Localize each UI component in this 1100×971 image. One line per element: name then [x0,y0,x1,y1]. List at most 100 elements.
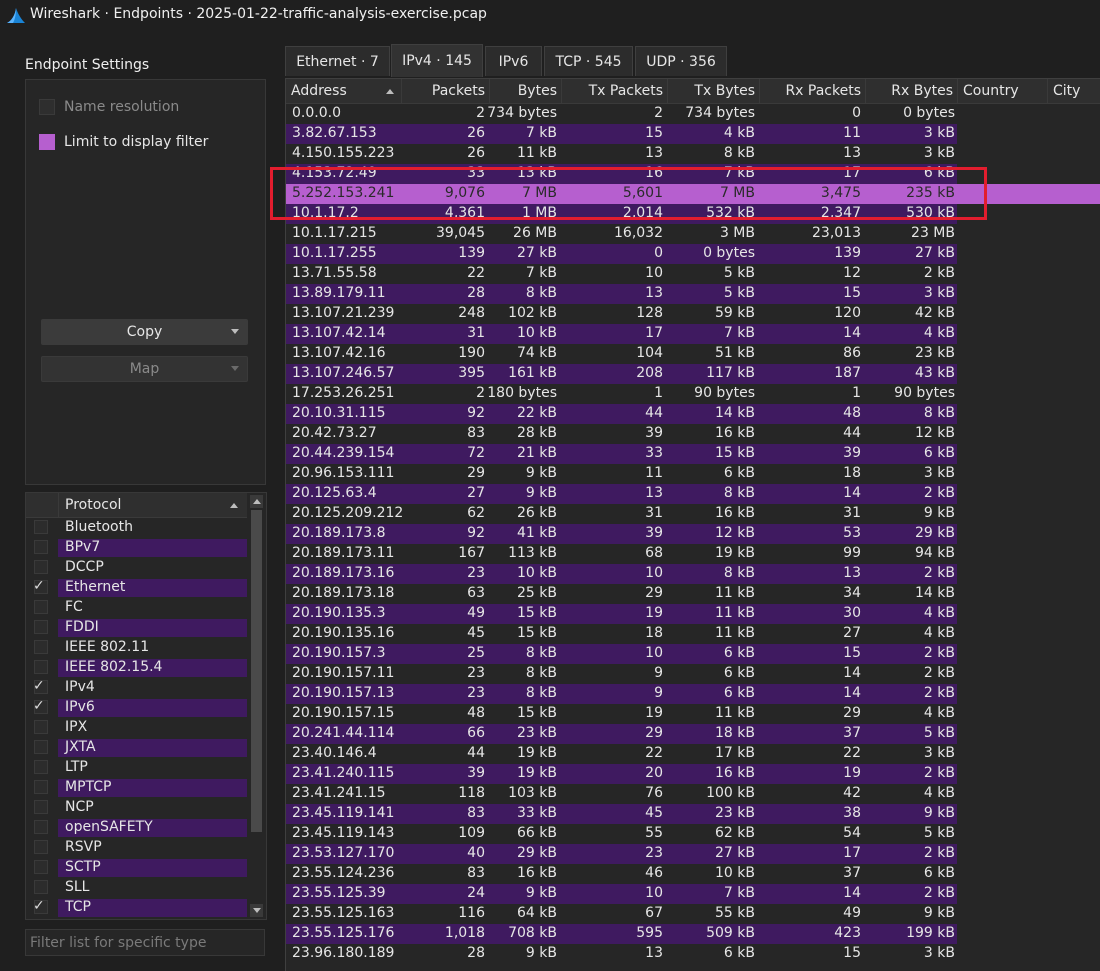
protocol-list-item[interactable]: LTP [26,758,247,778]
protocol-filter-input[interactable] [25,929,265,956]
table-row[interactable]: 4.150.155.223 26 11 kB 13 8 kB 13 3 kB [286,144,1100,164]
table-row[interactable]: 13.107.42.16 190 74 kB 104 51 kB 86 23 kB [286,344,1100,364]
protocol-list-header[interactable]: Protocol [26,493,247,518]
tab-ipv6[interactable]: IPv6 [485,46,542,76]
table-row[interactable]: 20.190.157.11 23 8 kB 9 6 kB 14 2 kB [286,664,1100,684]
protocol-checkbox[interactable] [34,760,48,774]
table-row[interactable]: 17.253.26.251 2 180 bytes 1 90 bytes 1 90 byte… [286,384,1100,404]
protocol-checkbox[interactable] [34,800,48,814]
tab-ethernet[interactable]: Ethernet · 7 [285,46,390,76]
table-row[interactable]: 23.41.241.15 118 103 kB 76 100 kB 42 4 kB [286,784,1100,804]
protocol-list-item[interactable]: ✓ TCP [26,898,247,918]
table-row[interactable]: 13.107.21.239 248 102 kB 128 59 kB 120 42 kB [286,304,1100,324]
table-row[interactable]: 23.96.180.189 28 9 kB 13 6 kB 15 3 kB [286,944,1100,964]
protocol-list-item[interactable]: FDDI [26,618,247,638]
table-row[interactable]: 3.82.67.153 26 7 kB 15 4 kB 11 3 kB [286,124,1100,144]
table-row[interactable]: 10.1.17.215 39,045 26 MB 16,032 3 MB 23,013 23… [286,224,1100,244]
table-row[interactable]: 20.125.63.4 27 9 kB 13 8 kB 14 2 kB [286,484,1100,504]
column-header-country[interactable]: Country [958,79,1048,103]
table-row[interactable]: 4.153.72.49 33 13 kB 16 7 kB 17 6 kB [286,164,1100,184]
table-row[interactable]: 13.107.42.14 31 10 kB 17 7 kB 14 4 kB [286,324,1100,344]
column-header-city[interactable]: City [1048,79,1100,103]
limit-to-display-filter-check-box[interactable] [39,134,55,150]
copy-button[interactable]: Copy [41,319,248,345]
protocol-checkbox[interactable] [34,740,48,754]
column-header-rx-bytes[interactable]: Rx Bytes [866,79,958,103]
protocol-checkbox[interactable] [34,560,48,574]
protocol-list-item[interactable]: IPX [26,718,247,738]
table-row[interactable]: 20.10.31.115 92 22 kB 44 14 kB 48 8 kB [286,404,1100,424]
table-row[interactable]: 20.190.157.13 23 8 kB 9 6 kB 14 2 kB [286,684,1100,704]
scroll-up-button[interactable] [250,495,263,508]
protocol-list-item[interactable]: ✓ IPv4 [26,678,247,698]
table-row[interactable]: 20.96.153.111 29 9 kB 11 6 kB 18 3 kB [286,464,1100,484]
table-row[interactable]: 5.252.153.241 9,076 7 MB 5,601 7 MB 3,475 235 … [286,184,1100,204]
protocol-checkbox[interactable] [34,600,48,614]
tab-tcp[interactable]: TCP · 545 [544,46,633,76]
table-row[interactable]: 20.44.239.154 72 21 kB 33 15 kB 39 6 kB [286,444,1100,464]
column-header-tx-packets[interactable]: Tx Packets [562,79,668,103]
checkbox-column-header[interactable] [26,493,59,517]
table-row[interactable]: 20.189.173.11 167 113 kB 68 19 kB 99 94 kB [286,544,1100,564]
protocol-checkbox[interactable] [34,780,48,794]
table-row[interactable]: 20.190.157.15 48 15 kB 19 11 kB 29 4 kB [286,704,1100,724]
table-row[interactable]: 13.107.246.57 395 161 kB 208 117 kB 187 43 kB [286,364,1100,384]
scroll-down-button[interactable] [250,904,263,917]
protocol-list-item[interactable]: SCTP [26,858,247,878]
protocol-list-item[interactable]: openSAFETY [26,818,247,838]
table-row[interactable]: 20.190.157.3 25 8 kB 10 6 kB 15 2 kB [286,644,1100,664]
protocol-list-item[interactable]: RSVP [26,838,247,858]
table-row[interactable]: 23.55.125.39 24 9 kB 10 7 kB 14 2 kB [286,884,1100,904]
table-row[interactable]: 0.0.0.0 2 734 bytes 2 734 bytes 0 0 bytes [286,104,1100,124]
protocol-list-item[interactable]: DCCP [26,558,247,578]
tab-udp[interactable]: UDP · 356 [635,46,727,76]
protocol-list-item[interactable]: MPTCP [26,778,247,798]
protocol-checkbox[interactable] [34,840,48,854]
table-row[interactable]: 20.189.173.16 23 10 kB 10 8 kB 13 2 kB [286,564,1100,584]
protocol-list-item[interactable]: NCP [26,798,247,818]
protocol-checkbox[interactable] [34,520,48,534]
column-header-bytes[interactable]: Bytes [490,79,562,103]
protocol-checkbox[interactable] [34,640,48,654]
protocol-list-item[interactable]: FC [26,598,247,618]
table-row[interactable]: 13.71.55.58 22 7 kB 10 5 kB 12 2 kB [286,264,1100,284]
table-row[interactable]: 23.55.124.236 83 16 kB 46 10 kB 37 6 kB [286,864,1100,884]
protocol-checkbox[interactable] [34,880,48,894]
protocol-list-item[interactable]: IEEE 802.15.4 [26,658,247,678]
table-row[interactable]: 20.190.135.16 45 15 kB 18 11 kB 27 4 kB [286,624,1100,644]
table-row[interactable]: 23.40.146.4 44 19 kB 22 17 kB 22 3 kB [286,744,1100,764]
protocol-list-item[interactable]: ✓ IPv6 [26,698,247,718]
protocol-list-item[interactable]: JXTA [26,738,247,758]
table-row[interactable]: 23.45.119.143 109 66 kB 55 62 kB 54 5 kB [286,824,1100,844]
column-header-address[interactable]: Address [286,79,402,103]
table-row[interactable]: 20.189.173.8 92 41 kB 39 12 kB 53 29 kB [286,524,1100,544]
scrollbar-thumb[interactable] [251,510,262,832]
tab-ipv4[interactable]: IPv4 · 145 [391,44,483,77]
column-header-rx-packets[interactable]: Rx Packets [760,79,866,103]
table-row[interactable]: 23.55.125.176 1,018 708 kB 595 509 kB 423 199 … [286,924,1100,944]
table-row[interactable]: 23.41.240.115 39 19 kB 20 16 kB 19 2 kB [286,764,1100,784]
protocol-checkbox[interactable] [34,820,48,834]
protocol-checkbox[interactable] [34,540,48,554]
table-row[interactable]: 20.42.73.27 83 28 kB 39 16 kB 44 12 kB [286,424,1100,444]
protocol-checkbox[interactable] [34,720,48,734]
limit-to-display-filter-checkbox[interactable]: Limit to display filter [39,132,208,152]
protocol-list-item[interactable]: Bluetooth [26,518,247,538]
column-header-tx-bytes[interactable]: Tx Bytes [668,79,760,103]
column-header-packets[interactable]: Packets [402,79,490,103]
table-row[interactable]: 10.1.17.255 139 27 kB 0 0 bytes 139 27 kB [286,244,1100,264]
table-row[interactable]: 20.189.173.18 63 25 kB 29 11 kB 34 14 kB [286,584,1100,604]
table-row[interactable]: 23.53.127.170 40 29 kB 23 27 kB 17 2 kB [286,844,1100,864]
table-row[interactable]: 20.125.209.212 62 26 kB 31 16 kB 31 9 kB [286,504,1100,524]
protocol-list-scrollbar[interactable] [248,493,265,919]
table-row[interactable]: 20.190.135.3 49 15 kB 19 11 kB 30 4 kB [286,604,1100,624]
table-row[interactable]: 23.55.125.163 116 64 kB 67 55 kB 49 9 kB [286,904,1100,924]
table-row[interactable]: 20.241.44.114 66 23 kB 29 18 kB 37 5 kB [286,724,1100,744]
table-row[interactable]: 13.89.179.11 28 8 kB 13 5 kB 15 3 kB [286,284,1100,304]
table-row[interactable]: 23.45.119.141 83 33 kB 45 23 kB 38 9 kB [286,804,1100,824]
protocol-list-item[interactable]: ✓ Ethernet [26,578,247,598]
table-row[interactable]: 10.1.17.2 4,361 1 MB 2,014 532 kB 2,347 530 kB [286,204,1100,224]
protocol-checkbox[interactable] [34,620,48,634]
protocol-list-item[interactable]: BPv7 [26,538,247,558]
protocol-column-header[interactable]: Protocol [65,497,121,513]
